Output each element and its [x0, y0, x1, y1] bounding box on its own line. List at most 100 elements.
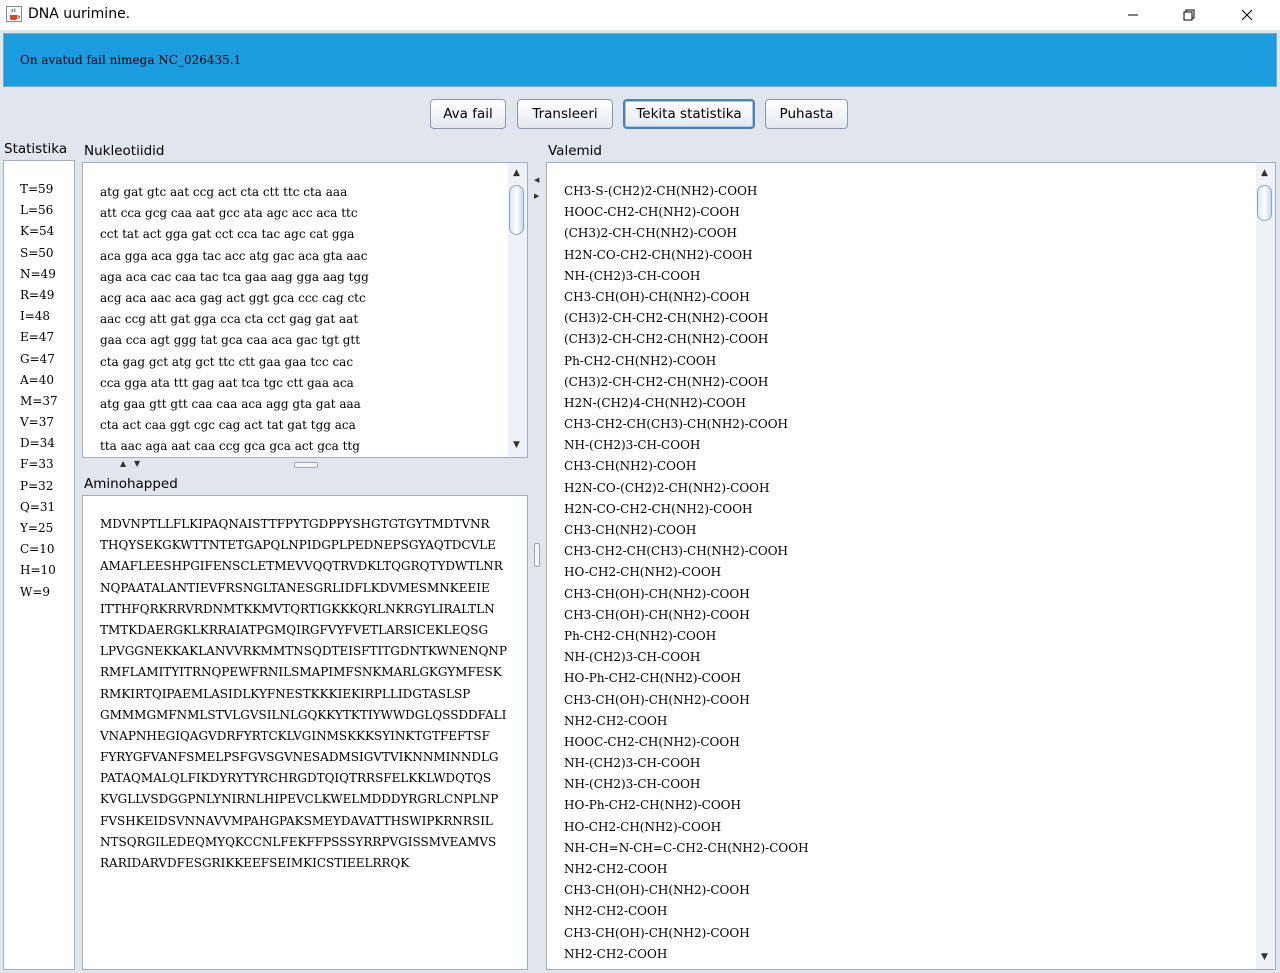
amino-acid-line: PATAQMALQLFIKDYRYTYRCHRGDTQIQTRRSFELKKLW…: [100, 771, 492, 786]
formula-line: H2N-CO-CH2-CH(NH2)-COOH: [564, 247, 753, 262]
statistic-item: G=47: [20, 351, 55, 366]
formula-line: NH2-CH2-COOH: [564, 713, 668, 728]
amino-acid-line: FYRYGFVANFSMELPSFGVSGVNESADMSIGVTVIKNNMI…: [100, 750, 499, 765]
scroll-up-arrow-icon[interactable]: ▲: [1256, 165, 1273, 181]
amino-acid-line: FVSHKEIDSVNNAVVMPAHGPAKSMEYDAVATTHSWIPKR…: [100, 813, 493, 828]
formula-line: CH3-CH(OH)-CH(NH2)-COOH: [564, 883, 750, 898]
formulas-scrollbar[interactable]: ▲ ▼: [1256, 163, 1275, 969]
amino-acid-line: THQYSEKGKWTTNTETGAPQLNPIDGPLPEDNEPSGYAQT…: [100, 538, 496, 553]
statistic-item: P=32: [20, 478, 54, 493]
statistic-item: E=47: [20, 330, 55, 345]
split-right-arrow-icon[interactable]: ▶: [534, 192, 539, 200]
nucleotide-line: cta act caa ggt cgc cag act tat gat tgg …: [100, 418, 356, 433]
amino-acids-text-area[interactable]: MDVNPTLLFLKIPAQNAISTTFPYTGDPPYSHGTGTGYTM…: [82, 495, 528, 970]
formula-line: NH-(CH2)3-CH-COOH: [564, 650, 701, 665]
nucleotide-line: acg aca aac aca gag act ggt gca ccc cag …: [100, 290, 366, 305]
statistic-item: N=49: [20, 266, 56, 281]
nucleotide-line: cct tat act gga gat cct cca tac agc cat …: [100, 227, 355, 242]
statistic-item: I=48: [20, 309, 51, 324]
statistic-item: F=33: [20, 457, 54, 472]
nucleotide-line: aga aca cac caa tac tca gaa aag gga aag …: [100, 269, 369, 284]
statistic-item: Q=31: [20, 499, 56, 514]
scroll-up-arrow-icon[interactable]: ▲: [508, 165, 525, 181]
statistic-item: V=37: [20, 415, 54, 430]
window-title: DNA uurimine.: [28, 6, 131, 22]
statistic-item: H=10: [20, 563, 56, 578]
split-grip[interactable]: [294, 462, 318, 468]
nucleotide-line: gaa cca agt ggg tat gca caa aca gac tgt …: [100, 333, 361, 348]
statistics-label: Statistika: [4, 141, 68, 157]
scroll-down-arrow-icon[interactable]: ▼: [508, 437, 525, 453]
split-left-arrow-icon[interactable]: ◀: [534, 176, 539, 184]
formula-line: HOOC-CH2-CH(NH2)-COOH: [564, 205, 740, 220]
statistic-item: K=54: [20, 224, 55, 239]
horizontal-split-divider[interactable]: ◀ ▶: [531, 160, 543, 970]
formula-line: CH3-CH2-CH(CH3)-CH(NH2)-COOH: [564, 417, 789, 432]
formula-line: NH-CH=N-CH=C-CH2-CH(NH2)-COOH: [564, 840, 809, 855]
amino-acid-line: NTSQRGILEDEQMYQKCCNLFEKFFPSSSYRRPVGISSMV…: [100, 834, 497, 849]
formula-line: NH2-CH2-COOH: [564, 904, 668, 919]
nucleotides-label: Nukleotiidid: [84, 143, 165, 159]
formula-line: NH2-CH2-COOH: [564, 946, 668, 961]
formula-line: CH3-CH(NH2)-COOH: [564, 459, 697, 474]
scroll-down-arrow-icon[interactable]: ▼: [1256, 949, 1273, 965]
formula-line: NH-(CH2)3-CH-COOH: [564, 777, 701, 792]
translate-button[interactable]: Transleeri: [517, 99, 613, 129]
formula-line: H2N-(CH2)4-CH(NH2)-COOH: [564, 395, 746, 410]
formula-line: HO-Ph-CH2-CH(NH2)-COOH: [564, 798, 741, 813]
open-file-button[interactable]: Ava fail: [430, 99, 506, 129]
generate-statistics-button[interactable]: Tekita statistika: [623, 99, 755, 129]
formula-line: CH3-CH(OH)-CH(NH2)-COOH: [564, 289, 750, 304]
amino-acid-line: GMMMGMFNMLSTVLGVSILNLGQKKYTKTIYWWDGLQSSD…: [100, 707, 507, 722]
split-up-arrow-icon[interactable]: ▲: [120, 459, 126, 468]
amino-acid-line: ITTHFQRKRRVRDNMTKKMVTQRTIGKKKQRLNKRGYLIR…: [100, 601, 495, 616]
statistics-list: T=59 L=56 K=54 S=50 N=49 R=49 I=48 E=47 G=47 A=40…: [20, 179, 58, 603]
amino-acids-label: Aminohapped: [84, 476, 178, 492]
close-icon: [1241, 9, 1253, 21]
statistic-item: Y=25: [20, 521, 54, 535]
amino-acid-line: NQPAATALANTIEVFRSNGLTANESGRLIDFLKDVMESMN…: [100, 580, 490, 595]
nucleotides-scroll-thumb[interactable]: [509, 185, 524, 235]
formula-line: HO-CH2-CH(NH2)-COOH: [564, 565, 722, 580]
title-bar[interactable]: [0, 0, 1280, 30]
amino-acid-line: MDVNPTLLFLKIPAQNAISTTFPYTGDPPYSHGTGTGYTM…: [100, 517, 490, 531]
minimize-button[interactable]: [1110, 0, 1156, 30]
formula-line: Ph-CH2-CH(NH2)-COOH: [564, 628, 717, 643]
vertical-split-divider[interactable]: ▲ ▼: [82, 459, 528, 469]
nucleotide-line: aca gga aca gga tac acc atg gac aca gta …: [100, 248, 368, 263]
nucleotides-text-area[interactable]: atg gat gtc aat ccg act cta ctt ttc cta …: [82, 162, 528, 458]
formulas-scroll-thumb[interactable]: [1257, 185, 1272, 221]
formula-line: (CH3)2-CH-CH2-CH(NH2)-COOH: [564, 332, 769, 347]
restore-button[interactable]: [1166, 0, 1212, 30]
clear-button[interactable]: Puhasta: [765, 99, 848, 129]
formulas-text-area[interactable]: CH3-S-(CH2)2-CH(NH2)-COOH HOOC-CH2-CH(NH2…: [546, 162, 1276, 970]
formula-line: CH3-CH2-CH(CH3)-CH(NH2)-COOH: [564, 544, 789, 559]
split-down-arrow-icon[interactable]: ▼: [134, 459, 140, 468]
formula-line: (CH3)2-CH-CH2-CH(NH2)-COOH: [564, 374, 769, 389]
formula-line: CH3-CH(NH2)-COOH: [564, 523, 697, 537]
statistic-item: S=50: [20, 245, 54, 260]
formula-line: NH2-CH2-COOH: [564, 862, 668, 876]
amino-acid-line: RMKIRTQIPAEMLASIDLKYFNESTKKKIEKIRPLLIDGT…: [100, 686, 471, 701]
statistic-item: M=37: [20, 393, 58, 408]
formula-line: CH3-CH(OH)-CH(NH2)-COOH: [564, 586, 750, 601]
nucleotides-list: atg gat gtc aat ccg act cta ctt ttc cta …: [100, 182, 369, 457]
nucleotide-line: atg gat gtc aat ccg act cta ctt ttc cta …: [100, 185, 348, 199]
nucleotide-line: cta gag gct atg gct ttc ctt gaa gaa tcc …: [100, 354, 354, 369]
amino-acids-list: MDVNPTLLFLKIPAQNAISTTFPYTGDPPYSHGTGTGYTM…: [100, 514, 507, 874]
nucleotides-scrollbar[interactable]: ▲ ▼: [508, 163, 527, 457]
formula-line: CH3-CH(OH)-CH(NH2)-COOH: [564, 925, 750, 940]
statistic-item: T=59: [20, 182, 54, 196]
statistic-item: C=10: [20, 542, 55, 557]
statistic-item: W=9: [20, 584, 51, 599]
statistics-panel[interactable]: T=59 L=56 K=54 S=50 N=49 R=49 I=48 E=47 G=47 A=40…: [3, 160, 75, 970]
formula-line: HOOC-CH2-CH(NH2)-COOH: [564, 734, 740, 749]
nucleotide-line: cca gga ata ttt gag aat tca tgc ctt gaa …: [100, 375, 354, 390]
amino-acid-line: KVGLLVSDGGPNLYNIRNLHIPEVCLKWELMDDDYRGRLC…: [100, 792, 499, 807]
split-grip[interactable]: [534, 543, 540, 567]
statistic-item: D=34: [20, 436, 55, 451]
amino-acid-line: LPVGGNEKKAKLANVVRKMMTNSQDTEISFTITGDNTKWN…: [100, 644, 507, 659]
nucleotide-line: atg gaa gtt gtt caa caa aca agg gta gat …: [100, 396, 361, 411]
close-button[interactable]: [1224, 0, 1270, 30]
formula-line: NH-(CH2)3-CH-COOH: [564, 438, 701, 453]
